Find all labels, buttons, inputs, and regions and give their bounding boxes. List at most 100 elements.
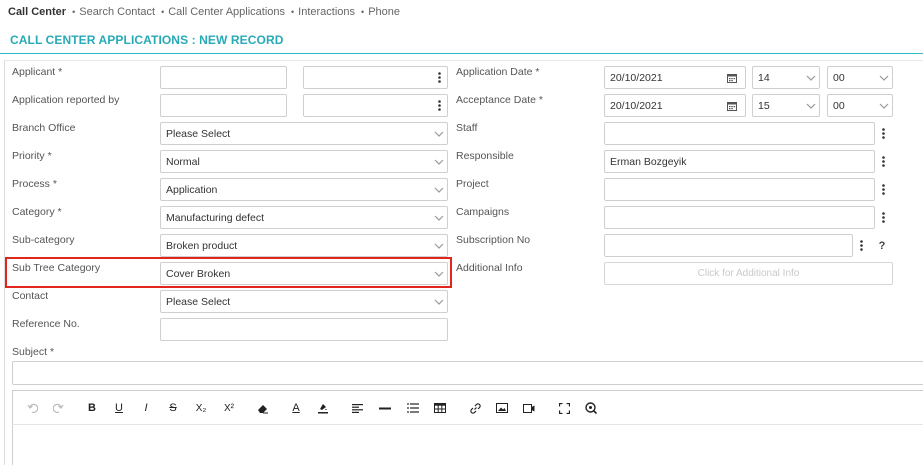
subject-label: Subject *: [12, 346, 55, 358]
applicant-more-icon[interactable]: [430, 66, 448, 89]
application-date-label: Application Date *: [456, 66, 540, 78]
subcategory-value: Broken product: [166, 239, 238, 252]
reported-by-search-input[interactable]: [303, 94, 448, 117]
application-minute-value: 00: [833, 71, 845, 84]
subscript-button[interactable]: X₂: [192, 396, 210, 420]
chevron-down-icon: [431, 123, 447, 144]
subscription-more-icon[interactable]: [852, 234, 870, 257]
link-icon[interactable]: [466, 396, 484, 420]
subcategory-select[interactable]: Broken product: [160, 234, 448, 257]
horizontal-rule-icon[interactable]: [376, 396, 394, 420]
chevron-down-icon: [803, 67, 819, 88]
breadcrumb-search-contact[interactable]: Search Contact: [72, 6, 155, 18]
category-select[interactable]: Manufacturing defect: [160, 206, 448, 229]
preview-icon[interactable]: [582, 396, 600, 420]
application-hour-select[interactable]: 14: [752, 66, 820, 89]
branch-office-value: Please Select: [166, 127, 231, 140]
breadcrumb: Call Center Search Contact Call Center A…: [8, 5, 406, 19]
reference-label: Reference No.: [12, 318, 80, 330]
category-label: Category *: [12, 206, 62, 218]
subject-input[interactable]: [12, 361, 923, 385]
video-icon[interactable]: [520, 396, 538, 420]
reported-by-more-icon[interactable]: [430, 94, 448, 117]
branch-office-select[interactable]: Please Select: [160, 122, 448, 145]
breadcrumb-call-center[interactable]: Call Center: [8, 6, 66, 18]
undo-icon[interactable]: [24, 396, 40, 420]
eraser-icon[interactable]: [254, 396, 272, 420]
contact-value: Please Select: [166, 295, 231, 308]
project-more-icon[interactable]: [874, 178, 892, 201]
process-label: Process *: [12, 178, 57, 190]
calendar-icon[interactable]: [720, 66, 744, 89]
font-color-button[interactable]: A: [287, 396, 305, 420]
fullscreen-icon[interactable]: [555, 396, 573, 420]
acceptance-hour-select[interactable]: 15: [752, 94, 820, 117]
calendar-icon[interactable]: [720, 94, 744, 117]
reference-input[interactable]: [160, 318, 448, 341]
staff-more-icon[interactable]: [874, 122, 892, 145]
chevron-down-icon: [431, 235, 447, 256]
contact-select[interactable]: Please Select: [160, 290, 448, 313]
chevron-down-icon: [876, 67, 892, 88]
applicant-search-input[interactable]: [303, 66, 448, 89]
image-icon[interactable]: [493, 396, 511, 420]
breadcrumb-interactions[interactable]: Interactions: [291, 6, 355, 18]
campaigns-label: Campaigns: [456, 206, 510, 218]
contact-label: Contact: [12, 290, 49, 302]
align-left-icon[interactable]: [348, 396, 366, 420]
breadcrumb-phone[interactable]: Phone: [361, 6, 400, 18]
subcategory-label: Sub-category: [12, 234, 75, 246]
acceptance-hour-value: 15: [758, 99, 770, 112]
application-hour-value: 14: [758, 71, 770, 84]
priority-label: Priority *: [12, 150, 52, 162]
staff-input[interactable]: [604, 122, 875, 145]
chevron-down-icon: [431, 207, 447, 228]
additional-info-button[interactable]: Click for Additional Info: [604, 262, 893, 285]
help-icon[interactable]: ?: [873, 234, 891, 257]
applicant-input[interactable]: [160, 66, 287, 89]
responsible-more-icon[interactable]: [874, 150, 892, 173]
page-title: CALL CENTER APPLICATIONS : NEW RECORD: [10, 33, 284, 47]
project-label: Project: [456, 178, 489, 190]
process-select[interactable]: Application: [160, 178, 448, 201]
reported-by-label: Application reported by: [12, 94, 120, 106]
responsible-input[interactable]: Erman Bozgeyik: [604, 150, 875, 173]
chevron-down-icon: [431, 151, 447, 172]
chevron-down-icon: [803, 95, 819, 116]
responsible-label: Responsible: [456, 150, 514, 162]
acceptance-minute-select[interactable]: 00: [827, 94, 893, 117]
chevron-down-icon: [876, 95, 892, 116]
acceptance-date-value: 20/10/2021: [610, 99, 663, 112]
title-divider: [0, 53, 923, 54]
acceptance-minute-value: 00: [833, 99, 845, 112]
acceptance-date-label: Acceptance Date *: [456, 94, 543, 106]
application-date-value: 20/10/2021: [610, 71, 663, 84]
priority-select[interactable]: Normal: [160, 150, 448, 173]
redo-icon[interactable]: [50, 396, 66, 420]
responsible-value: Erman Bozgeyik: [610, 155, 687, 168]
highlight-box: [5, 257, 452, 288]
applicant-label: Applicant *: [12, 66, 63, 78]
italic-button[interactable]: I: [138, 396, 154, 420]
chevron-down-icon: [431, 179, 447, 200]
strikethrough-button[interactable]: S: [165, 396, 181, 420]
highlight-color-icon[interactable]: [314, 396, 332, 420]
editor-toolbar: B U I S X₂ X² A: [12, 396, 923, 420]
category-value: Manufacturing defect: [166, 211, 265, 224]
editor-toolbar-divider: [12, 424, 923, 425]
application-minute-select[interactable]: 00: [827, 66, 893, 89]
chevron-down-icon: [431, 291, 447, 312]
project-input[interactable]: [604, 178, 875, 201]
subscription-input[interactable]: [604, 234, 853, 257]
bold-button[interactable]: B: [84, 396, 100, 420]
underline-button[interactable]: U: [111, 396, 127, 420]
form-border-top: [4, 60, 923, 61]
campaigns-more-icon[interactable]: [874, 206, 892, 229]
campaigns-input[interactable]: [604, 206, 875, 229]
branch-office-label: Branch Office: [12, 122, 76, 134]
breadcrumb-call-center-applications[interactable]: Call Center Applications: [161, 6, 285, 18]
table-icon[interactable]: [431, 396, 449, 420]
reported-by-input[interactable]: [160, 94, 287, 117]
superscript-button[interactable]: X²: [220, 396, 238, 420]
list-icon[interactable]: [404, 396, 422, 420]
